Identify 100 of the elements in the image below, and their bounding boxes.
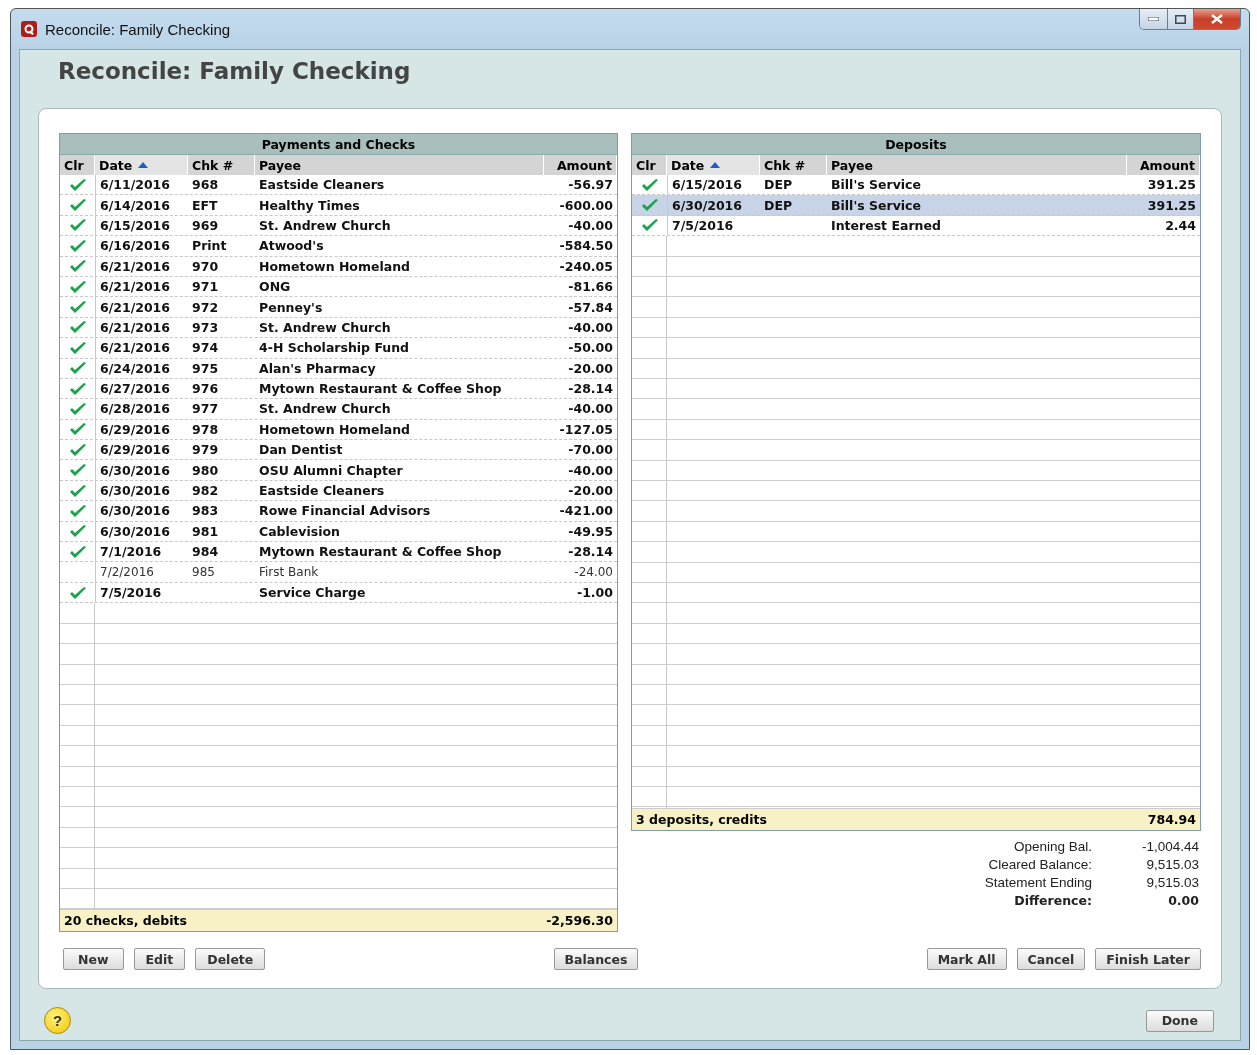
amount-text: 391.25: [1147, 177, 1196, 193]
amount-text: -24.00: [574, 565, 613, 580]
check-number: 968: [192, 177, 219, 193]
payee-text: ONG: [259, 279, 291, 295]
checkmark-icon[interactable]: [68, 259, 87, 274]
column-header[interactable]: Clr: [632, 155, 667, 175]
checkmark-icon[interactable]: [68, 198, 87, 213]
column-header[interactable]: Amount: [1127, 155, 1200, 175]
summary-label: Cleared Balance:: [987, 857, 1092, 872]
transaction-row[interactable]: 6/21/2016 973 St. Andrew Church -40.00: [60, 317, 617, 339]
check-number: EFT: [192, 197, 218, 213]
total-amount: 784.94: [1147, 812, 1196, 827]
checkmark-icon[interactable]: [640, 218, 659, 233]
check-number: 982: [192, 483, 219, 499]
checkmark-icon[interactable]: [68, 422, 87, 437]
transaction-row[interactable]: 6/24/2016 975 Alan's Pharmacy -20.00: [60, 358, 617, 379]
date-text: 6/29/2016: [100, 442, 170, 458]
action-button[interactable]: Cancel: [1016, 948, 1086, 970]
transaction-row[interactable]: 7/2/2016 985 First Bank -24.00: [60, 562, 617, 583]
amount-text: -127.05: [559, 421, 613, 437]
date-text: 6/30/2016: [100, 483, 170, 499]
transaction-row[interactable]: 6/28/2016 977 St. Andrew Church -40.00: [60, 399, 617, 420]
checkmark-icon[interactable]: [640, 198, 659, 213]
transaction-row[interactable]: 7/5/2016 Service Charge -1.00: [60, 582, 617, 604]
transaction-row[interactable]: 6/29/2016 978 Hometown Homeland -127.05: [60, 419, 617, 441]
balances-button[interactable]: Balances: [553, 948, 639, 970]
transaction-row[interactable]: 6/21/2016 970 Hometown Homeland -240.05: [60, 256, 617, 277]
transaction-row[interactable]: 6/30/2016 DEP Bill's Service 391.25: [632, 195, 1200, 216]
transaction-row[interactable]: 6/15/2016 969 St. Andrew Church -40.00: [60, 215, 617, 237]
check-number: 969: [192, 217, 219, 233]
done-button[interactable]: Done: [1145, 1009, 1214, 1032]
column-header[interactable]: Date: [667, 155, 760, 175]
date-text: 6/30/2016: [672, 197, 742, 213]
checkmark-icon[interactable]: [68, 218, 87, 233]
summary-label: Statement Ending: [984, 875, 1092, 890]
column-header[interactable]: Chk #: [188, 155, 255, 175]
date-text: 6/30/2016: [100, 462, 170, 478]
column-header[interactable]: Clr: [60, 155, 95, 175]
payee-text: Atwood's: [259, 238, 324, 254]
amount-text: -57.84: [568, 299, 613, 315]
checkmark-icon[interactable]: [68, 402, 87, 416]
close-button[interactable]: [1193, 9, 1240, 29]
payee-text: Rowe Financial Advisors: [259, 503, 431, 519]
date-text: 6/28/2016: [100, 401, 170, 417]
transaction-row[interactable]: 7/1/2016 984 Mytown Restaurant & Coffee Shop -28.14: [60, 542, 617, 563]
payee-text: Service Charge: [259, 585, 366, 600]
help-button[interactable]: ?: [44, 1007, 71, 1034]
amount-text: -81.66: [568, 279, 613, 295]
transaction-row[interactable]: 6/16/2016 Print Atwood's -584.50: [60, 236, 617, 257]
amount-text: -70.00: [568, 442, 613, 458]
table-title: Payments and Checks: [60, 134, 617, 155]
column-header[interactable]: Chk #: [760, 155, 827, 175]
checkmark-icon[interactable]: [68, 320, 87, 335]
payee-text: Hometown Homeland: [259, 421, 411, 437]
action-button[interactable]: Finish Later: [1095, 948, 1201, 970]
action-button[interactable]: Delete: [195, 948, 266, 970]
column-header[interactable]: Date: [95, 155, 188, 175]
checkmark-icon[interactable]: [640, 177, 659, 192]
maximize-button[interactable]: [1167, 9, 1193, 29]
checkmark-icon[interactable]: [68, 300, 87, 315]
page-heading: Reconcile: Family Checking: [58, 58, 412, 86]
transaction-row[interactable]: 6/27/2016 976 Mytown Restaurant & Coffee Shop -28.14: [60, 378, 617, 400]
date-text: 7/5/2016: [100, 585, 162, 600]
checkmark-icon[interactable]: [68, 177, 87, 192]
column-header[interactable]: Payee: [255, 155, 544, 175]
payee-text: Mytown Restaurant & Coffee Shop: [259, 381, 502, 397]
transaction-row[interactable]: 6/11/2016 968 Eastside Cleaners -56.97: [60, 175, 617, 196]
checkmark-icon[interactable]: [68, 361, 87, 376]
checkmark-icon[interactable]: [68, 483, 87, 498]
check-number: 971: [192, 279, 219, 295]
transaction-row[interactable]: 6/30/2016 983 Rowe Financial Advisors -421.00: [60, 501, 617, 522]
date-text: 6/27/2016: [100, 381, 170, 397]
checkmark-icon[interactable]: [68, 585, 87, 600]
transaction-row[interactable]: 6/21/2016 971 ONG -81.66: [60, 276, 617, 298]
checkmark-icon[interactable]: [68, 279, 87, 294]
transaction-row[interactable]: 6/30/2016 982 Eastside Cleaners -20.00: [60, 480, 617, 502]
transaction-row[interactable]: 6/29/2016 979 Dan Dentist -70.00: [60, 440, 617, 461]
payee-text: St. Andrew Church: [259, 319, 391, 335]
payee-text: Cablevision: [259, 523, 340, 539]
column-header[interactable]: Amount: [544, 155, 617, 175]
transaction-row[interactable]: 7/5/2016 Interest Earned 2.44: [632, 215, 1200, 237]
transaction-row[interactable]: 6/30/2016 980 OSU Alumni Chapter -40.00: [60, 460, 617, 481]
action-button[interactable]: New: [63, 948, 124, 970]
action-button[interactable]: Edit: [133, 948, 186, 970]
checkmark-icon[interactable]: [68, 463, 87, 478]
amount-text: -20.00: [568, 483, 613, 499]
transaction-row[interactable]: 6/30/2016 981 Cablevision -49.95: [60, 521, 617, 543]
transaction-row[interactable]: 6/15/2016 DEP Bill's Service 391.25: [632, 175, 1200, 196]
amount-text: -49.95: [568, 523, 613, 539]
action-button[interactable]: Mark All: [926, 948, 1007, 970]
checkmark-icon[interactable]: [68, 524, 87, 539]
transaction-row[interactable]: 6/21/2016 974 4-H Scholarship Fund -50.00: [60, 338, 617, 359]
payee-text: Bill's Service: [831, 197, 921, 213]
date-text: 6/15/2016: [672, 177, 742, 193]
checkmark-icon[interactable]: [68, 381, 87, 396]
date-text: 6/14/2016: [100, 197, 170, 213]
transaction-row[interactable]: 6/14/2016 EFT Healthy Times -600.00: [60, 195, 617, 216]
transaction-row[interactable]: 6/21/2016 972 Penney's -57.84: [60, 297, 617, 318]
close-icon: [1211, 14, 1223, 24]
column-header[interactable]: Payee: [827, 155, 1127, 175]
